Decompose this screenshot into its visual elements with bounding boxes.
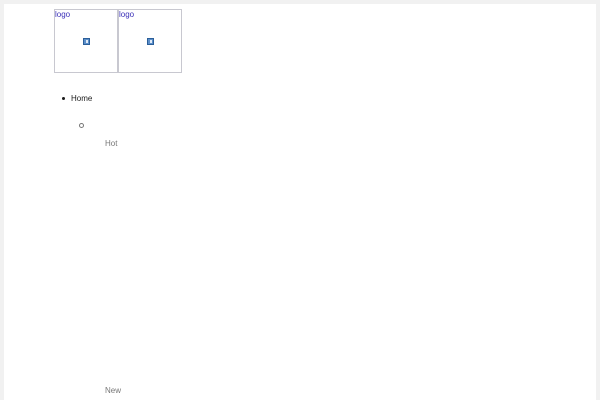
bullet-icon <box>62 97 65 100</box>
submenu-bullet-icon <box>79 123 84 128</box>
broken-image-icon <box>83 38 90 45</box>
submenu-item-new[interactable]: New <box>105 386 121 395</box>
nav-item-home[interactable]: Home <box>62 94 92 103</box>
submenu-item-hot[interactable]: Hot <box>105 139 117 148</box>
logo-image-2[interactable]: logo <box>118 9 182 73</box>
page-canvas: logo logo Home Hot New <box>4 4 596 400</box>
nav-item-home-label: Home <box>71 94 93 103</box>
broken-image-icon <box>147 38 154 45</box>
logo-image-1[interactable]: logo <box>54 9 118 73</box>
logo-alt-text: logo <box>55 10 71 19</box>
logo-alt-text: logo <box>119 10 135 19</box>
